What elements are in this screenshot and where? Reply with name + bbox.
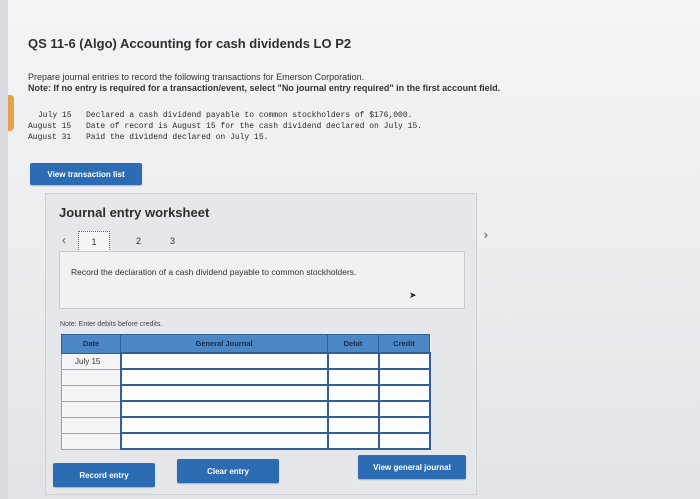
table-row bbox=[61, 432, 431, 450]
page-tab-2[interactable]: 2 bbox=[136, 236, 141, 246]
page-tab-1[interactable]: 1 bbox=[78, 231, 110, 252]
debit-field[interactable] bbox=[326, 432, 380, 450]
debit-field[interactable] bbox=[326, 384, 380, 402]
column-header-debit: Debit bbox=[327, 334, 379, 354]
date-cell[interactable] bbox=[61, 400, 121, 418]
view-general-journal-button[interactable]: View general journal bbox=[358, 455, 466, 479]
credit-field[interactable] bbox=[377, 400, 431, 418]
clear-entry-button[interactable]: Clear entry bbox=[177, 459, 279, 483]
transaction-text: Date of record is August 15 for the cash… bbox=[86, 122, 423, 131]
account-field[interactable] bbox=[119, 368, 329, 386]
account-field[interactable] bbox=[119, 416, 329, 434]
transaction-text: Paid the dividend declared on July 15. bbox=[86, 133, 269, 142]
side-tab[interactable] bbox=[8, 95, 14, 131]
table-row bbox=[61, 416, 431, 434]
credit-field[interactable] bbox=[377, 432, 431, 450]
date-cell[interactable]: July 15 bbox=[61, 352, 121, 370]
account-field[interactable] bbox=[119, 384, 329, 402]
table-row bbox=[61, 368, 431, 386]
table-row: July 15 bbox=[61, 352, 431, 370]
date-cell[interactable] bbox=[61, 432, 121, 450]
page: QS 11-6 (Algo) Accounting for cash divid… bbox=[8, 0, 700, 499]
credit-field[interactable] bbox=[377, 352, 431, 370]
column-header-credit: Credit bbox=[378, 334, 430, 354]
worksheet-title: Journal entry worksheet bbox=[59, 205, 210, 220]
transaction-row: August 15 Date of record is August 15 for… bbox=[28, 121, 422, 132]
mouse-cursor-icon: ➤ bbox=[409, 290, 417, 300]
transaction-row: July 15 Declared a cash dividend payable … bbox=[28, 110, 422, 121]
transaction-text: Declared a cash dividend payable to comm… bbox=[86, 111, 413, 120]
instruction-note: Note: If no entry is required for a tran… bbox=[28, 83, 501, 93]
account-field[interactable] bbox=[119, 352, 329, 370]
credit-field[interactable] bbox=[377, 384, 431, 402]
credit-field[interactable] bbox=[377, 416, 431, 434]
table-row bbox=[61, 400, 431, 418]
view-transaction-list-button[interactable]: View transaction list bbox=[30, 163, 142, 185]
date-cell[interactable] bbox=[61, 368, 121, 386]
column-header-date: Date bbox=[61, 334, 121, 354]
account-field[interactable] bbox=[119, 400, 329, 418]
transaction-date: August 31 bbox=[28, 133, 72, 142]
debit-field[interactable] bbox=[326, 400, 380, 418]
credit-field[interactable] bbox=[377, 368, 431, 386]
record-entry-button[interactable]: Record entry bbox=[53, 463, 155, 487]
transaction-list: July 15 Declared a cash dividend payable … bbox=[28, 110, 422, 143]
journal-worksheet: Journal entry worksheet ‹ 1 2 3 › Record… bbox=[45, 193, 488, 495]
chevron-right-icon[interactable]: › bbox=[484, 227, 488, 242]
transaction-date: August 15 bbox=[28, 122, 72, 131]
entry-note: Note: Enter debits before credits. bbox=[60, 321, 163, 328]
transaction-description-box: Record the declaration of a cash dividen… bbox=[59, 251, 465, 309]
page-title: QS 11-6 (Algo) Accounting for cash divid… bbox=[28, 36, 352, 51]
transaction-description: Record the declaration of a cash dividen… bbox=[71, 267, 357, 277]
debit-field[interactable] bbox=[326, 368, 380, 386]
transaction-row: August 31 Paid the dividend declared on J… bbox=[28, 132, 422, 143]
page-tab-3[interactable]: 3 bbox=[170, 236, 175, 246]
account-field[interactable] bbox=[119, 432, 329, 450]
table-row bbox=[61, 384, 431, 402]
chevron-left-icon[interactable]: ‹ bbox=[62, 233, 66, 247]
journal-table: Date General Journal Debit Credit July 1… bbox=[61, 334, 431, 450]
debit-field[interactable] bbox=[326, 352, 380, 370]
transaction-date: July 15 bbox=[38, 111, 72, 120]
date-cell[interactable] bbox=[61, 384, 121, 402]
debit-field[interactable] bbox=[326, 416, 380, 434]
column-header-account: General Journal bbox=[120, 334, 328, 354]
date-cell[interactable] bbox=[61, 416, 121, 434]
instruction-text: Prepare journal entries to record the fo… bbox=[28, 72, 365, 82]
